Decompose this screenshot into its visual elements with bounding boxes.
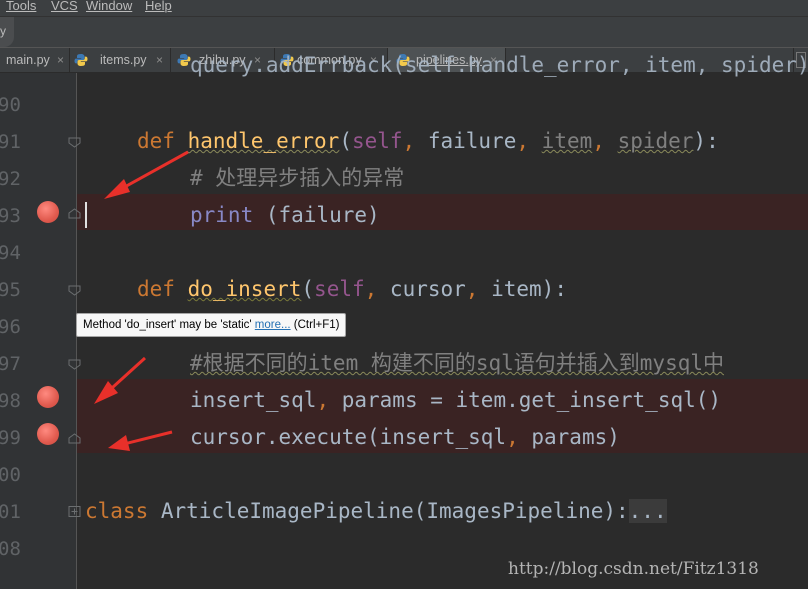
arrow-icon [104,150,189,199]
arrow-icon [94,356,147,404]
arrow-icon [108,430,173,451]
watermark: http://blog.csdn.net/Fitz1318 [508,559,759,579]
annotation-arrows [94,150,189,451]
